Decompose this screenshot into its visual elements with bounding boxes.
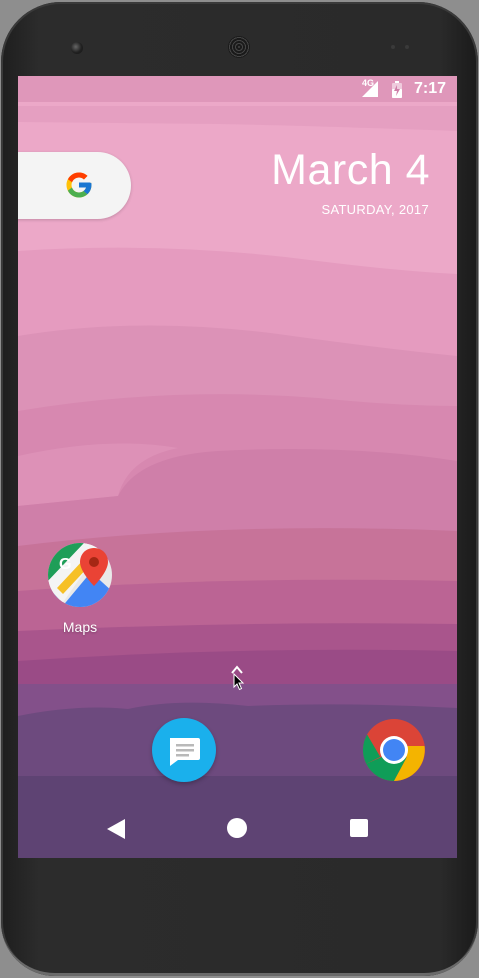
back-icon[interactable] [106,818,126,840]
google-maps-icon: G [48,543,112,607]
mouse-cursor-icon [233,673,245,691]
proximity-sensor [391,45,395,49]
clock-widget-day-year[interactable]: SATURDAY, 2017 [321,202,429,217]
front-camera [71,42,83,54]
clock-widget-date[interactable]: March 4 [271,146,430,195]
status-time: 7:17 [413,80,446,97]
messages-icon [170,738,200,766]
svg-text:G: G [59,556,71,573]
chrome-icon[interactable] [362,718,426,782]
google-g-icon [66,172,92,198]
home-screen[interactable]: 4G 7:17 March 4 SATURDAY, 2017 G Maps [18,76,457,858]
phone-bottom-rim [1,893,478,976]
network-type: 4G [362,78,375,88]
light-sensor [405,45,409,49]
recents-icon[interactable] [350,819,368,837]
status-bar: 4G 7:17 [18,76,457,102]
dock-app-messages[interactable] [152,718,216,782]
app-maps-label: Maps [62,619,98,635]
home-icon[interactable] [227,818,247,838]
google-search-widget[interactable] [18,152,131,219]
earpiece-speaker [228,36,250,58]
app-maps[interactable]: G Maps [46,542,114,635]
battery-icon [392,81,402,98]
